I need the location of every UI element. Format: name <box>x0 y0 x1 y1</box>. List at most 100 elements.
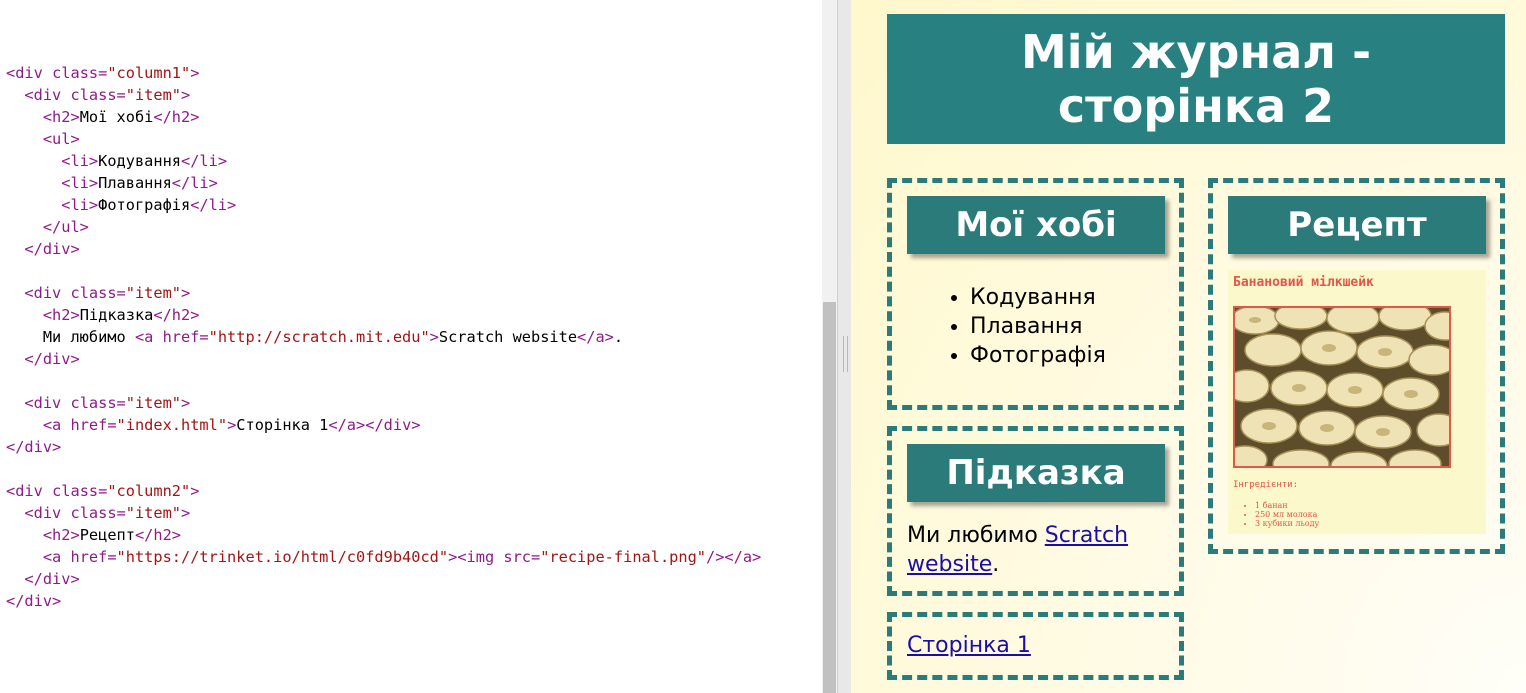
code-line[interactable]: Ми любимо <a href="http://scratch.mit.ed… <box>6 326 761 348</box>
code-token: </h2> <box>134 526 182 544</box>
code-line[interactable]: <div class="item"> <box>6 282 761 304</box>
code-token: > <box>227 416 237 434</box>
tip-card: Підказка Ми любимо Scratch website. <box>887 426 1184 596</box>
code-content[interactable]: <div class="column1"> <div class="item">… <box>6 62 761 612</box>
code-token: "item" <box>125 504 182 522</box>
code-line[interactable]: </div> <box>6 436 761 458</box>
code-line[interactable]: </div> <box>6 590 761 612</box>
code-token: class= <box>70 394 126 412</box>
page-title: Мій журнал - сторінка 2 <box>887 14 1505 144</box>
list-item: 250 мл молока <box>1255 510 1319 519</box>
code-line[interactable]: <li>Кодування</li> <box>6 150 761 172</box>
code-line[interactable]: <ul> <box>6 128 761 150</box>
code-token: class= <box>70 284 126 302</box>
code-line[interactable]: <a href="https://trinket.io/html/c0fd9b4… <box>6 546 761 568</box>
code-token: Кодування <box>98 152 181 170</box>
code-token: <li> <box>61 174 99 192</box>
recipe-card: Рецепт Банановий мілкшейк Інгредієнти: •… <box>1208 178 1505 554</box>
splitter-grip-icon[interactable] <box>843 336 848 372</box>
code-token: > <box>181 86 191 104</box>
code-token: src= <box>503 548 541 566</box>
code-line[interactable] <box>6 260 761 282</box>
code-line[interactable]: <div class="item"> <box>6 84 761 106</box>
list-item: 1 банан <box>1255 501 1319 510</box>
code-token: <a <box>134 328 163 346</box>
code-token: class= <box>52 64 108 82</box>
page1-link[interactable]: Сторінка 1 <box>907 631 1031 660</box>
hobby-list: Кодування Плавання Фотографія <box>932 283 1106 370</box>
code-token: </h2> <box>153 108 200 126</box>
code-token: > <box>190 482 200 500</box>
code-token: "recipe-final.png" <box>540 548 706 566</box>
page1-card: Сторінка 1 <box>887 612 1184 680</box>
code-token: Ми любимо <box>6 328 135 346</box>
code-line[interactable]: </div> <box>6 568 761 590</box>
code-line[interactable]: </div> <box>6 348 761 370</box>
code-token: "item" <box>125 394 182 412</box>
code-line[interactable]: <div class="item"> <box>6 502 761 524</box>
code-line[interactable]: </ul> <box>6 216 761 238</box>
scrollbar-thumb[interactable] <box>823 302 836 693</box>
code-token: class= <box>70 86 126 104</box>
code-token: <a <box>42 416 71 434</box>
code-token: </a></div> <box>328 416 421 434</box>
code-token: </ul> <box>42 218 89 236</box>
code-editor[interactable]: <div class="column1"> <div class="item">… <box>0 0 822 693</box>
code-line[interactable]: <a href="index.html">Сторінка 1</a></div… <box>6 414 761 436</box>
code-token: </div> <box>24 240 80 258</box>
tip-heading: Підказка <box>907 444 1165 502</box>
code-line[interactable]: </div> <box>6 238 761 260</box>
code-token: <ul> <box>42 130 80 148</box>
code-token: <a <box>42 548 71 566</box>
code-line[interactable]: <div class="column1"> <box>6 62 761 84</box>
code-token: </li> <box>190 196 237 214</box>
code-token: "index.html" <box>116 416 228 434</box>
code-token: </a> <box>577 328 614 346</box>
code-token: > <box>181 284 191 302</box>
code-line[interactable]: <li>Фотографія</li> <box>6 194 761 216</box>
code-token: "item" <box>125 86 182 104</box>
code-token: Сторінка 1 <box>236 416 329 434</box>
code-line[interactable] <box>6 370 761 392</box>
list-item: 3 кубики льоду <box>1255 519 1319 528</box>
code-line[interactable] <box>6 458 761 480</box>
code-token: class= <box>52 482 108 500</box>
code-line[interactable]: <h2>Підказка</h2> <box>6 304 761 326</box>
recipe-image-link[interactable]: Банановий мілкшейк Інгредієнти: • 1 бана… <box>1228 270 1486 534</box>
code-token: <h2> <box>42 108 80 126</box>
code-line[interactable]: <li>Плавання</li> <box>6 172 761 194</box>
code-token: href= <box>70 548 117 566</box>
code-token: <li> <box>61 152 99 170</box>
banana-slices-image <box>1235 308 1449 466</box>
ingredients-label: Інгредієнти: <box>1233 480 1299 490</box>
code-token: > <box>190 64 200 82</box>
code-token: </div> <box>6 592 62 610</box>
code-token: Плавання <box>98 174 172 192</box>
code-line[interactable]: <div class="item"> <box>6 392 761 414</box>
code-token: > <box>429 328 439 346</box>
code-token: <div <box>24 394 71 412</box>
editor-scrollbar[interactable] <box>822 0 837 693</box>
hobbies-heading: Мої хобі <box>907 196 1165 254</box>
recipe-image-title: Банановий мілкшейк <box>1233 275 1374 290</box>
tip-text: Ми любимо Scratch website. <box>907 521 1169 579</box>
code-line[interactable]: <h2>Рецепт</h2> <box>6 524 761 546</box>
list-item: Фотографія <box>970 341 1106 370</box>
code-line[interactable]: <h2>Мої хобі</h2> <box>6 106 761 128</box>
pane-splitter[interactable] <box>837 0 851 693</box>
code-token: Рецепт <box>79 526 135 544</box>
code-token: "https://trinket.io/html/c0fd9b40cd" <box>116 548 449 566</box>
code-token: <img <box>457 548 504 566</box>
banana-photo <box>1233 306 1451 468</box>
code-line[interactable]: <div class="column2"> <box>6 480 761 502</box>
code-token: "item" <box>125 284 182 302</box>
preview-pane: Мій журнал - сторінка 2 Мої хобі Кодуван… <box>851 0 1526 693</box>
code-token: Мої хобі <box>79 108 154 126</box>
